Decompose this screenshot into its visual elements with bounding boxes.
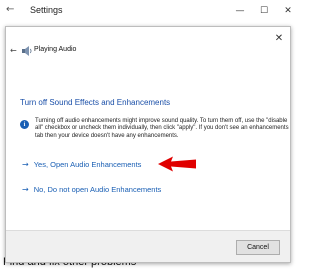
dialog-close-icon[interactable]: ✕ [272,31,286,45]
close-icon[interactable]: ✕ [276,0,300,22]
info-description: Turning off audio enhancements might imp… [35,118,289,139]
minimize-icon[interactable]: — [228,0,252,22]
dialog-footer: Cancel [6,230,290,262]
yes-open-audio-enhancements-link[interactable]: → Yes, Open Audio Enhancements [22,160,141,169]
dialog-heading: Turn off Sound Effects and Enhancements [20,98,171,107]
arrow-right-icon: → [22,160,29,169]
dialog-back-arrow-icon[interactable]: ← [10,46,17,55]
no-do-not-open-audio-enhancements-link[interactable]: → No, Do not open Audio Enhancements [22,185,161,194]
option-label: Yes, Open Audio Enhancements [33,160,142,169]
back-arrow-icon[interactable]: ← [6,4,14,15]
info-icon: i [20,120,29,129]
arrow-right-icon: → [22,185,29,194]
dialog-header-title: Playing Audio [34,46,77,53]
cancel-button[interactable]: Cancel [236,240,280,255]
window-controls: — ☐ ✕ [228,0,300,22]
option-label: No, Do not open Audio Enhancements [33,185,162,194]
troubleshooter-dialog: ✕ ← Playing Audio Turn off Sound Effects… [5,26,291,263]
maximize-icon[interactable]: ☐ [252,0,276,22]
window-title: Settings [30,5,63,15]
settings-title-bar: ← Settings — ☐ ✕ [0,0,300,22]
red-annotation-arrow-icon [158,156,196,172]
speaker-icon [22,46,32,56]
